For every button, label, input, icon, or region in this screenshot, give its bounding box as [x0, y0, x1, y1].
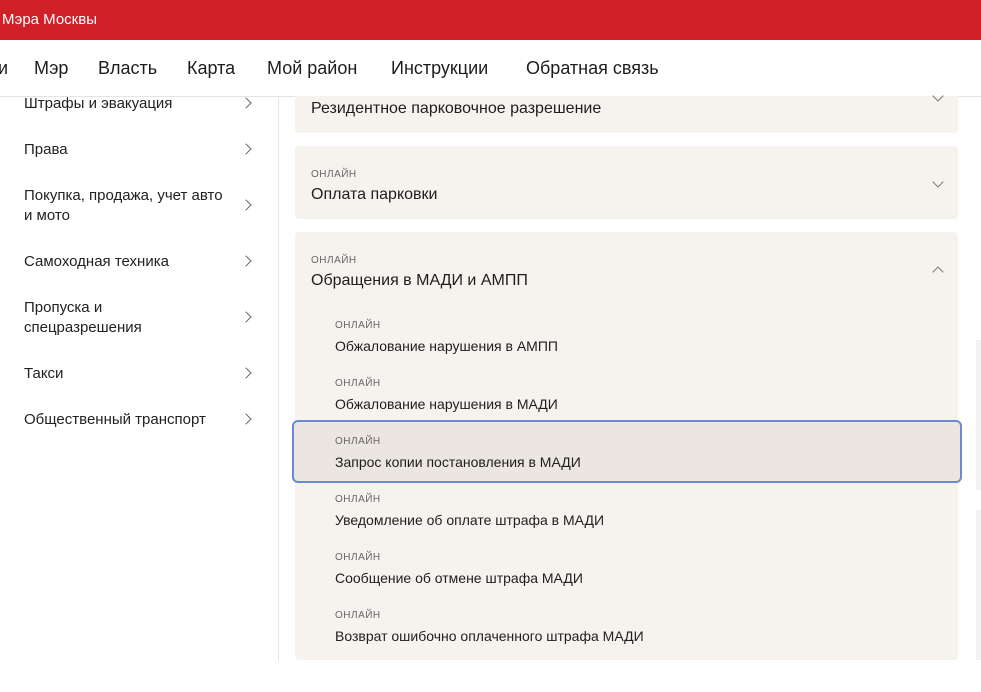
chevron-right-icon: [240, 413, 252, 425]
service-payment-notice-madi[interactable]: ОНЛАЙН Уведомление об оплате штрафа в МА…: [335, 494, 935, 540]
sidebar-item-label: Пропуска и спецразрешения: [24, 299, 142, 336]
nav-item-my-district[interactable]: Мой район: [267, 58, 357, 79]
accordion-resident-parking[interactable]: Резидентное парковочное разрешение: [295, 90, 958, 133]
service-title: Возврат ошибочно оплаченного штрафа МАДИ: [335, 628, 644, 644]
nav-item-map[interactable]: Карта: [187, 58, 235, 79]
sidebar-item-taxi[interactable]: Такси: [24, 364, 254, 384]
sidebar-item-licenses[interactable]: Права: [24, 140, 254, 160]
online-badge: ОНЛАЙН: [335, 436, 381, 447]
accordion-title: Оплата парковки: [311, 186, 438, 203]
sidebar-item-permits[interactable]: Пропуска и спецразрешения: [24, 298, 254, 338]
nav-item-mayor[interactable]: Мэр: [34, 58, 68, 79]
online-badge: ОНЛАЙН: [335, 320, 381, 331]
chevron-down-icon: [932, 176, 944, 188]
sidebar-item-public-transport[interactable]: Общественный транспорт: [24, 410, 254, 430]
online-badge: ОНЛАЙН: [311, 169, 357, 180]
nav-item-government[interactable]: Власть: [98, 58, 157, 79]
chevron-right-icon: [240, 97, 252, 109]
right-edge-decoration: [976, 340, 981, 490]
sidebar-item-label: Самоходная техника: [24, 253, 169, 270]
right-edge-decoration: [976, 510, 981, 660]
nav-item-feedback[interactable]: Обратная связь: [526, 58, 659, 79]
nav-item-instructions[interactable]: Инструкции: [391, 58, 488, 79]
accordion-title: Резидентное парковочное разрешение: [311, 100, 602, 117]
online-badge: ОНЛАЙН: [311, 255, 357, 266]
accordion-title: Обращения в МАДИ и АМПП: [311, 272, 528, 289]
service-title: Обжалование нарушения в МАДИ: [335, 396, 558, 412]
sidebar-item-fines[interactable]: Штрафы и эвакуация: [24, 94, 254, 114]
service-title: Сообщение об отмене штрафа МАДИ: [335, 570, 583, 586]
sidebar: Штрафы и эвакуация Права Покупка, продаж…: [0, 94, 279, 661]
sidebar-item-machinery[interactable]: Самоходная техника: [24, 252, 254, 272]
online-badge: ОНЛАЙН: [335, 494, 381, 505]
sidebar-item-label: Общественный транспорт: [24, 411, 206, 428]
sidebar-item-label: Такси: [24, 365, 64, 382]
chevron-right-icon: [240, 255, 252, 267]
site-header: Мэра Москвы: [0, 0, 981, 40]
sidebar-item-label: Права: [24, 141, 68, 158]
main-nav: и Мэр Власть Карта Мой район Инструкции …: [0, 40, 981, 97]
service-appeal-ampp[interactable]: ОНЛАЙН Обжалование нарушения в АМПП: [335, 320, 935, 366]
service-appeal-madi[interactable]: ОНЛАЙН Обжалование нарушения в МАДИ: [335, 378, 935, 424]
service-title: Уведомление об оплате штрафа в МАДИ: [335, 512, 605, 528]
service-title: Обжалование нарушения в АМПП: [335, 338, 558, 354]
online-badge: ОНЛАЙН: [335, 552, 381, 563]
chevron-right-icon: [240, 311, 252, 323]
site-title[interactable]: Мэра Москвы: [2, 11, 97, 28]
sidebar-item-label: Покупка, продажа, учет авто и мото: [24, 187, 223, 224]
online-badge: ОНЛАЙН: [335, 610, 381, 621]
accordion-parking-payment[interactable]: ОНЛАЙН Оплата парковки: [295, 146, 958, 219]
online-badge: ОНЛАЙН: [335, 378, 381, 389]
nav-item-truncated[interactable]: и: [0, 58, 8, 79]
chevron-right-icon: [240, 367, 252, 379]
chevron-right-icon: [240, 199, 252, 211]
service-refund-madi[interactable]: ОНЛАЙН Возврат ошибочно оплаченного штра…: [335, 610, 935, 656]
sidebar-item-vehicles[interactable]: Покупка, продажа, учет авто и мото: [24, 186, 254, 226]
sidebar-item-label: Штрафы и эвакуация: [24, 95, 173, 112]
service-copy-request-madi[interactable]: ОНЛАЙН Запрос копии постановления в МАДИ: [335, 436, 935, 482]
chevron-right-icon: [240, 143, 252, 155]
service-fine-cancel-madi[interactable]: ОНЛАЙН Сообщение об отмене штрафа МАДИ: [335, 552, 935, 598]
service-title: Запрос копии постановления в МАДИ: [335, 454, 581, 470]
chevron-up-icon: [932, 266, 944, 278]
